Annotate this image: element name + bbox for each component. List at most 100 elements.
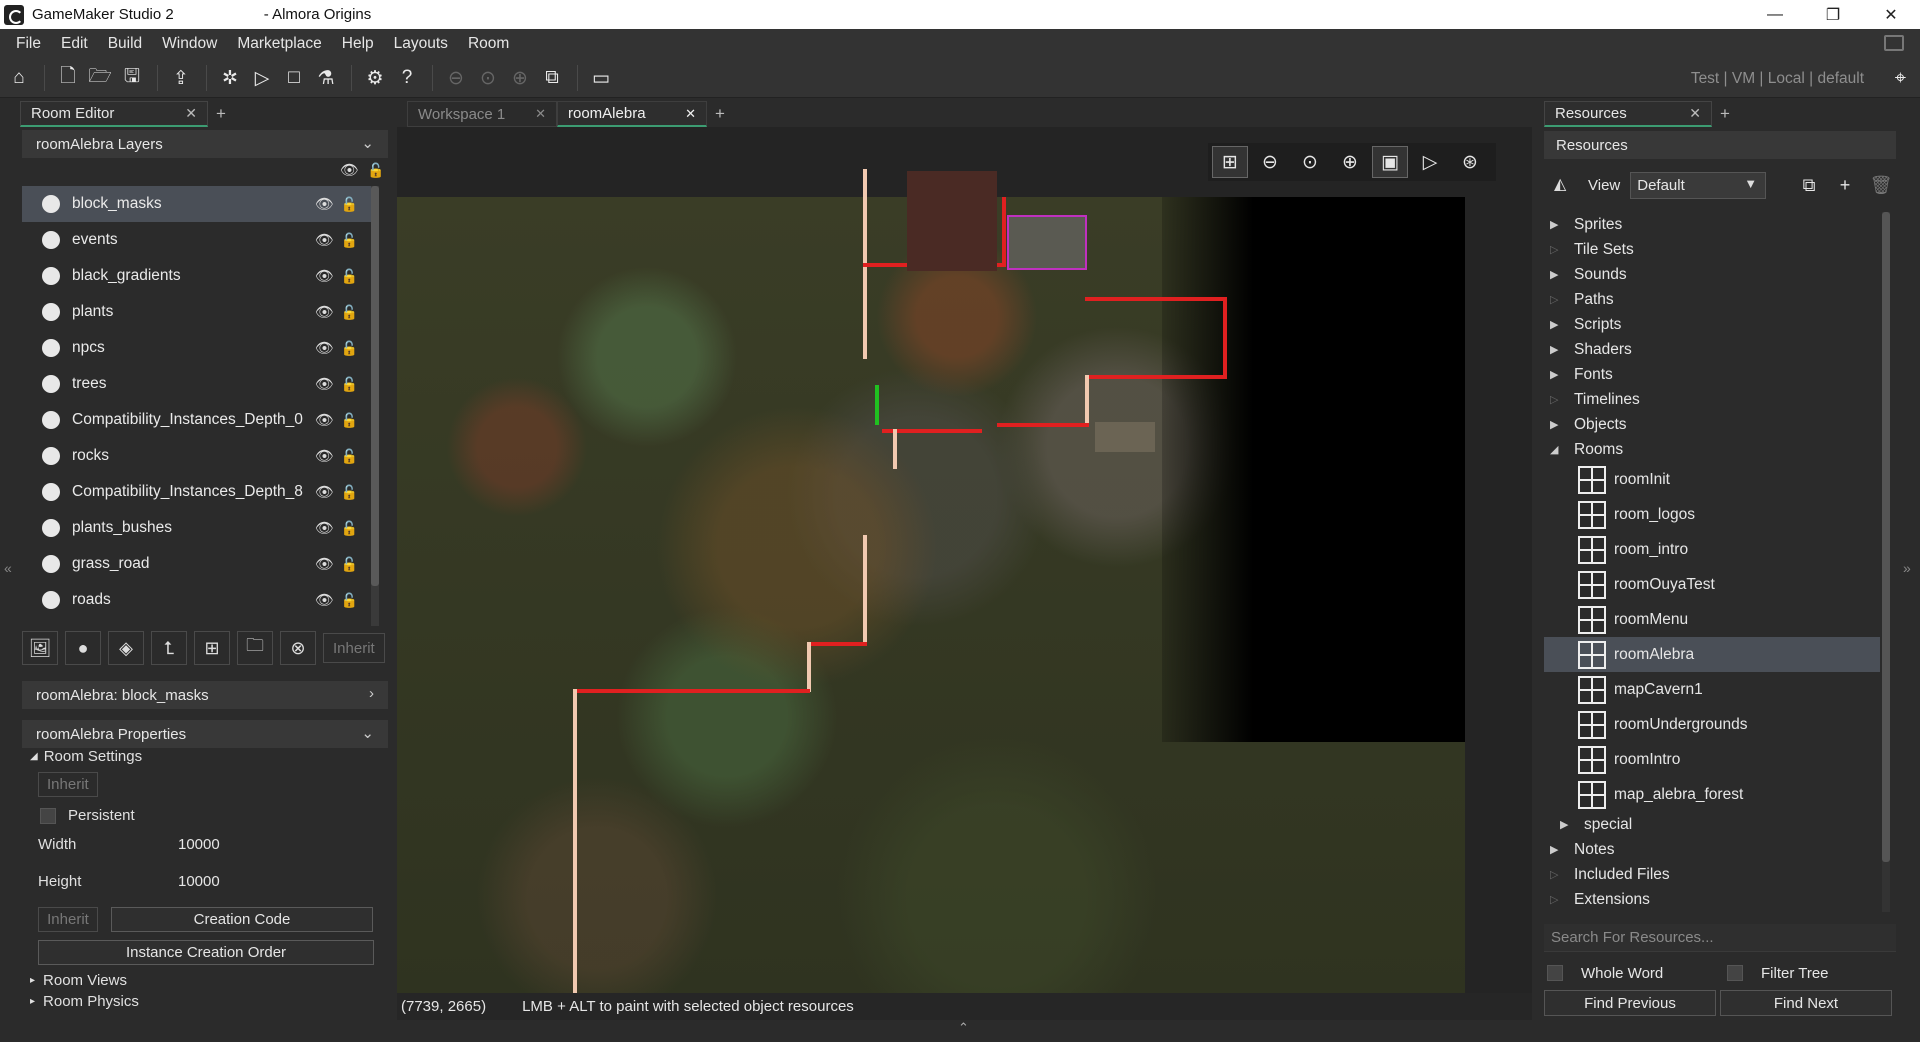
menu-layouts[interactable]: Layouts (384, 35, 458, 53)
room-item[interactable]: roomOuyaTest (1544, 567, 1880, 602)
add-path-layer-icon[interactable]: ⮤ (151, 631, 187, 665)
delete-layer-icon[interactable]: ⊗ (280, 631, 316, 665)
layer-row[interactable]: grass_road 👁 🔓 (22, 546, 378, 582)
instance-creation-order-button[interactable]: Instance Creation Order (38, 940, 374, 965)
layers-section-header[interactable]: roomAlebra Layers ⌄ (22, 130, 388, 158)
room-settings-row[interactable]: ◢ Room Settings (30, 748, 142, 765)
lock-icon[interactable]: 🔓 (341, 304, 358, 321)
view-select[interactable]: Default ▼ (1630, 171, 1767, 199)
lock-icon[interactable]: 🔓 (367, 162, 384, 178)
menu-room[interactable]: Room (458, 35, 519, 53)
lock-icon[interactable]: 🔓 (341, 448, 358, 465)
layer-row[interactable]: npcs 👁 🔓 (22, 330, 378, 366)
scrollbar-thumb[interactable] (1882, 212, 1890, 862)
menu-marketplace[interactable]: Marketplace (227, 35, 331, 53)
zoom-in-icon[interactable]: ⊕ (505, 63, 535, 93)
room-item[interactable]: roomMenu (1544, 602, 1880, 637)
caret-down-icon[interactable]: ◢ (1550, 443, 1560, 456)
add-asset-layer-icon[interactable]: ⊞ (194, 631, 230, 665)
menu-window[interactable]: Window (152, 35, 227, 53)
tab-room-editor[interactable]: Room Editor ✕ (20, 101, 208, 127)
home-icon[interactable]: ⌂ (4, 63, 34, 93)
layer-properties-header[interactable]: roomAlebra: block_masks › (22, 681, 388, 709)
scrollbar-thumb[interactable] (371, 186, 379, 586)
menu-file[interactable]: File (6, 35, 51, 53)
debug-icon[interactable]: ✲ (215, 63, 245, 93)
find-next-button[interactable]: Find Next (1720, 990, 1892, 1016)
menu-build[interactable]: Build (98, 35, 152, 53)
inherit-settings-button[interactable]: Inherit (38, 772, 98, 797)
room-item[interactable]: roomInit (1544, 462, 1880, 497)
menu-help[interactable]: Help (332, 35, 384, 53)
room-item[interactable]: room_intro (1544, 532, 1880, 567)
layer-row[interactable]: block_masks 👁 🔓 (22, 186, 378, 222)
resource-group[interactable]: ▶ Notes (1544, 837, 1880, 862)
room-item[interactable]: map_alebra_forest (1544, 777, 1880, 812)
copy-icon[interactable]: ⧉ (1794, 170, 1824, 200)
caret-right-icon[interactable]: ▶ (1550, 343, 1560, 356)
caret-right-icon[interactable]: ▷ (1550, 293, 1560, 306)
lock-icon[interactable]: 🔓 (341, 556, 358, 573)
resource-scrollbar[interactable] (1882, 212, 1890, 912)
expand-output-icon[interactable]: ⌃ (958, 1020, 969, 1036)
layer-row[interactable]: roads 👁 🔓 (22, 582, 378, 618)
room-properties-header[interactable]: roomAlebra Properties ⌄ (22, 720, 388, 748)
layers-scrollbar[interactable] (371, 186, 379, 626)
eye-icon[interactable]: 👁 (315, 231, 334, 249)
resource-folder-special[interactable]: ▶ special (1544, 812, 1880, 837)
menu-edit[interactable]: Edit (51, 35, 98, 53)
resource-search-input[interactable]: Search For Resources... (1544, 924, 1896, 952)
lock-icon[interactable]: 🔓 (341, 412, 358, 429)
layer-row[interactable]: Compatibility_Instances_Depth_0 👁 🔓 (22, 402, 378, 438)
resource-group[interactable]: ▶ Sprites (1544, 212, 1880, 237)
room-views-row[interactable]: ▸ Room Views (30, 972, 127, 989)
caret-right-icon[interactable]: ▶ (1550, 318, 1560, 331)
add-folder-icon[interactable]: 🗀 (237, 631, 273, 665)
close-tab-icon[interactable]: ✕ (185, 105, 197, 122)
add-tab-icon[interactable]: + (1712, 101, 1738, 127)
resource-group[interactable]: ▶ Shaders (1544, 337, 1880, 362)
room-item[interactable]: room_logos (1544, 497, 1880, 532)
zoom-in-icon[interactable]: ⊕ (1332, 146, 1368, 178)
eye-icon[interactable]: 👁 (315, 555, 334, 573)
target-settings-icon[interactable]: ⌖ (1895, 67, 1906, 90)
layer-row[interactable]: plants 👁 🔓 (22, 294, 378, 330)
room-physics-row[interactable]: ▸ Room Physics (30, 993, 139, 1010)
lock-icon[interactable]: 🔓 (341, 268, 358, 285)
resource-group[interactable]: ▶ Objects (1544, 412, 1880, 437)
persistent-checkbox[interactable] (40, 807, 56, 824)
resource-group[interactable]: ◢ Rooms (1544, 437, 1880, 462)
eye-icon[interactable]: 👁 (315, 519, 334, 537)
zoom-out-icon[interactable]: ⊖ (1252, 146, 1288, 178)
new-project-icon[interactable]: 🗋 (53, 63, 83, 93)
resource-group[interactable]: ▶ Fonts (1544, 362, 1880, 387)
save-project-icon[interactable]: 🖫 (117, 63, 147, 93)
eye-icon[interactable]: 👁 (315, 375, 334, 393)
preferences-icon[interactable]: ⚙ (360, 63, 390, 93)
layer-row[interactable]: events 👁 🔓 (22, 222, 378, 258)
caret-right-icon[interactable]: ▶ (1560, 818, 1570, 831)
layer-row[interactable]: rocks 👁 🔓 (22, 438, 378, 474)
add-resource-icon[interactable]: + (1830, 170, 1860, 200)
lock-icon[interactable]: 🔓 (341, 340, 358, 357)
resource-group[interactable]: ▷ Extensions (1544, 887, 1880, 912)
resource-group[interactable]: ▷ Paths (1544, 287, 1880, 312)
target-device-icon[interactable]: ▭ (586, 63, 616, 93)
filter-tree-checkbox[interactable] (1727, 965, 1743, 981)
target-info[interactable]: Test | VM | Local | default (1691, 70, 1864, 88)
resource-group[interactable]: ▷ Included Files (1544, 862, 1880, 887)
inherit-code-button[interactable]: Inherit (38, 907, 98, 932)
resource-group[interactable]: ▶ Sounds (1544, 262, 1880, 287)
tab-roomalebra[interactable]: roomAlebra ✕ (557, 101, 707, 127)
creation-code-button[interactable]: Creation Code (111, 907, 373, 932)
resource-group[interactable]: ▷ Timelines (1544, 387, 1880, 412)
zoom-out-icon[interactable]: ⊖ (441, 63, 471, 93)
caret-right-icon[interactable]: ▶ (1550, 418, 1560, 431)
chevron-down-icon[interactable]: ⌄ (361, 134, 374, 152)
caret-right-icon[interactable]: ▷ (1550, 893, 1560, 906)
close-window-button[interactable]: ✕ (1862, 0, 1920, 29)
fit-view-icon[interactable]: ▣ (1372, 146, 1408, 178)
inherit-layers-button[interactable]: Inherit (323, 633, 385, 663)
caret-right-icon[interactable]: ▶ (1550, 268, 1560, 281)
stop-icon[interactable]: □ (279, 63, 309, 93)
